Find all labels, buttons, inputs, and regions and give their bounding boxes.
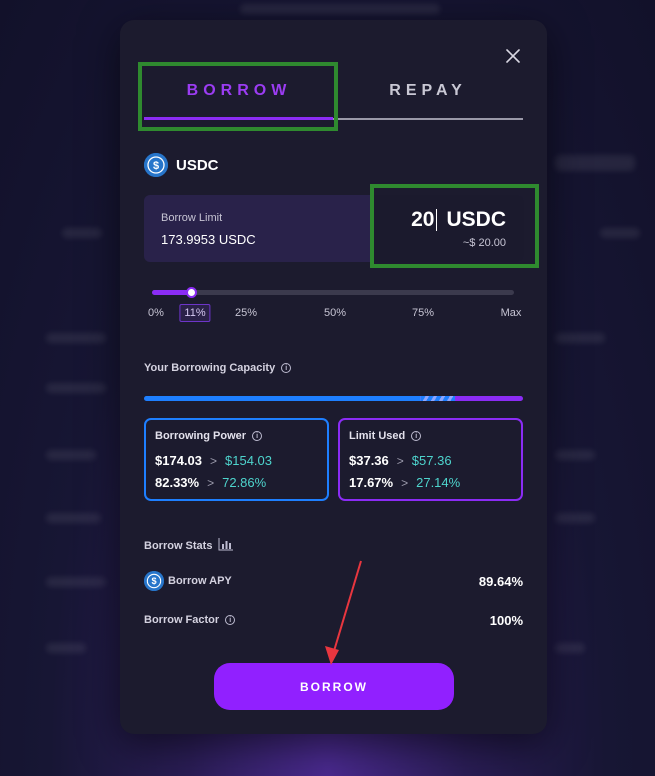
- slider-label-0[interactable]: 0%: [148, 307, 164, 319]
- borrow-modal: BORROW REPAY $ USDC Borrow Limit 173.995…: [120, 20, 547, 734]
- limit-used-title: Limit Used i: [349, 430, 422, 442]
- asset-selector: $ USDC: [144, 153, 219, 177]
- borrow-apy-label-text: Borrow APY: [168, 575, 232, 587]
- borrow-factor-label: Borrow Factor i: [144, 614, 236, 626]
- slider-thumb[interactable]: [186, 287, 198, 298]
- limit-used-title-text: Limit Used: [349, 430, 406, 442]
- close-icon: [506, 49, 520, 63]
- slider-labels: 0% 11% 25% 50% 75% Max: [144, 304, 524, 327]
- info-icon[interactable]: i: [411, 431, 422, 441]
- new-value: $154.03: [225, 453, 273, 468]
- tab-borrow[interactable]: BORROW: [144, 65, 334, 117]
- current-value: 82.33%: [155, 475, 200, 490]
- borrowing-power-percent: 82.33% > 72.86%: [155, 475, 266, 490]
- limit-used-percent: 17.67% > 27.14%: [349, 475, 460, 490]
- new-value: 72.86%: [222, 475, 267, 490]
- tab-bar: BORROW REPAY: [144, 65, 523, 121]
- amount-value: 20: [411, 208, 435, 231]
- capacity-title: Your Borrowing Capacity i: [144, 362, 292, 374]
- svg-text:$: $: [151, 576, 156, 586]
- borrow-apy-label: $ Borrow APY: [144, 571, 232, 591]
- borrow-stats-title: Borrow Stats: [144, 537, 234, 554]
- amount-usd-value: ~$ 20.00: [462, 237, 506, 249]
- capacity-title-text: Your Borrowing Capacity: [144, 362, 276, 374]
- borrow-amount-panel: Borrow Limit 173.9953 USDC 20 USDC ~$ 20…: [144, 195, 524, 262]
- limit-used-amount: $37.36 > $57.36: [349, 453, 452, 468]
- borrow-factor-value: 100%: [489, 612, 523, 628]
- tab-repay[interactable]: REPAY: [333, 65, 523, 117]
- current-value: 17.67%: [349, 475, 394, 490]
- borrow-factor-row: Borrow Factor i 100%: [144, 610, 523, 630]
- amount-input[interactable]: 20 USDC: [411, 208, 506, 232]
- close-button[interactable]: [502, 45, 524, 67]
- amount-input-area[interactable]: 20 USDC ~$ 20.00: [374, 195, 524, 262]
- borrow-stats-title-text: Borrow Stats: [144, 539, 213, 552]
- borrow-limit-value: 173.9953 USDC: [161, 232, 256, 247]
- info-icon[interactable]: i: [225, 615, 236, 625]
- info-icon[interactable]: i: [252, 431, 263, 441]
- chevron-right-icon: >: [401, 475, 409, 490]
- svg-text:$: $: [153, 160, 159, 172]
- borrowing-power-amount: $174.03 > $154.03: [155, 453, 272, 468]
- chevron-right-icon: >: [396, 453, 404, 468]
- bar-chart-icon[interactable]: [218, 537, 234, 554]
- capacity-bar-change: [420, 396, 455, 401]
- text-caret: [436, 209, 438, 231]
- tab-active-indicator: [144, 117, 333, 120]
- chevron-right-icon: >: [207, 475, 215, 490]
- borrow-factor-label-text: Borrow Factor: [144, 614, 220, 626]
- slider-track[interactable]: [152, 290, 514, 295]
- info-icon[interactable]: i: [281, 363, 292, 373]
- new-value: $57.36: [411, 453, 452, 468]
- slider-label-50[interactable]: 50%: [324, 307, 346, 319]
- borrow-submit-button[interactable]: BORROW: [214, 663, 454, 710]
- borrowing-power-title: Borrowing Power i: [155, 430, 263, 442]
- borrow-apy-value: 89.64%: [478, 573, 523, 589]
- slider-label-max[interactable]: Max: [501, 307, 522, 319]
- amount-unit: USDC: [446, 208, 506, 231]
- usdc-coin-icon: $: [144, 153, 168, 177]
- chevron-right-icon: >: [210, 453, 218, 468]
- borrowing-power-card: Borrowing Power i $174.03 > $154.03 82.3…: [144, 418, 329, 501]
- borrow-limit-label: Borrow Limit: [161, 212, 223, 224]
- current-value: $37.36: [349, 453, 389, 468]
- borrowing-power-title-text: Borrowing Power: [155, 430, 247, 442]
- capacity-bar: [144, 396, 523, 401]
- slider-label-75[interactable]: 75%: [412, 307, 434, 319]
- new-value: 27.14%: [416, 475, 461, 490]
- asset-symbol: USDC: [176, 156, 219, 174]
- current-value: $174.03: [155, 453, 202, 468]
- slider-label-25[interactable]: 25%: [235, 307, 257, 319]
- slider-label-current: 11%: [179, 304, 211, 322]
- limit-used-card: Limit Used i $37.36 > $57.36 17.67% > 27…: [338, 418, 523, 501]
- borrow-apy-row: $ Borrow APY 89.64%: [144, 571, 523, 591]
- usdc-coin-icon: $: [144, 571, 164, 591]
